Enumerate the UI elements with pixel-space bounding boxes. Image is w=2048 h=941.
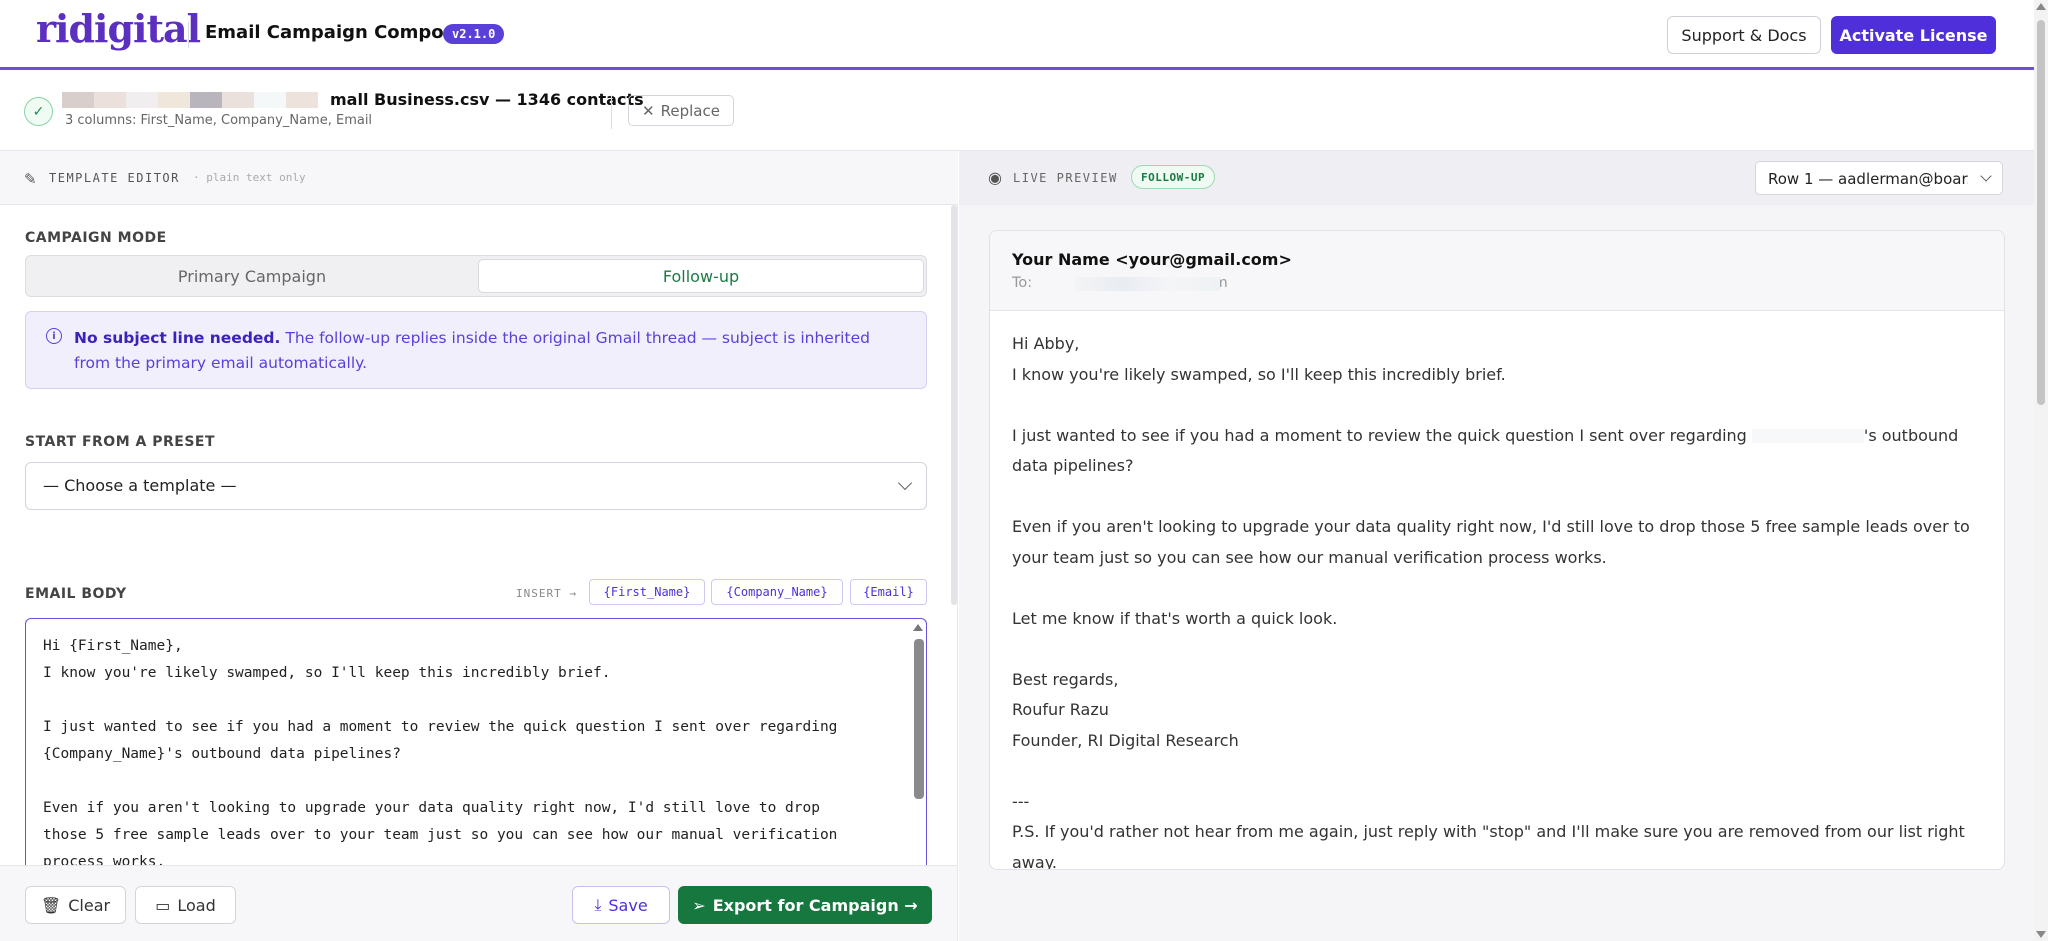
editor-header: ✎ TEMPLATE EDITOR · plain text only [0,151,958,205]
insert-email-chip[interactable]: {Email} [850,579,927,605]
save-label: Save [608,895,648,915]
page-scroll-thumb[interactable] [2037,20,2045,405]
file-bar-divider [611,95,612,129]
email-preview-body: Hi Abby, I know you're likely swamped, s… [1012,329,1972,870]
folder-icon: ▭ [155,895,171,915]
mode-follow-up[interactable]: Follow-up [478,259,924,293]
chevron-down-icon [897,475,913,491]
preset-select[interactable]: — Choose a template — [25,462,927,510]
email-from: Your Name <your@gmail.com> [1012,250,1292,269]
preview-body-rest: 's outbound data pipelines? Even if you … [1012,425,1970,870]
header-divider [188,22,189,48]
save-button[interactable]: ⤓ Save [572,886,670,924]
redacted-recipient [1075,277,1220,291]
campaign-mode-toggle: Primary Campaign Follow-up [25,255,927,297]
info-text: No subject line needed. The follow-up re… [74,326,904,376]
download-icon: ⤓ [594,895,602,914]
scroll-down-icon[interactable] [2036,931,2046,938]
replace-button[interactable]: ✕ Replace [628,95,734,126]
info-icon: i [46,328,62,344]
send-icon: ➢ [692,895,706,915]
clear-label: Clear [68,895,111,915]
insert-label: INSERT → [516,587,577,600]
chevron-down-icon [1980,170,1992,182]
info-bold: No subject line needed. [74,329,281,347]
export-label: Export for Campaign → [712,895,918,915]
export-campaign-button[interactable]: ➢ Export for Campaign → [678,886,932,924]
version-badge: v2.1.0 [443,24,505,44]
campaign-mode-label: CAMPAIGN MODE [25,230,167,246]
row-select-value: Row 1 — aadlerman@boar... [1768,170,1968,188]
insert-company-name-chip[interactable]: {Company_Name} [711,579,843,605]
preview-row-select[interactable]: Row 1 — aadlerman@boar... [1755,161,2003,195]
to-prefix: To: [1012,275,1033,291]
preview-header: ◉ LIVE PREVIEW FOLLOW-UP Row 1 — aadlerm… [959,151,2034,205]
preset-label: START FROM A PRESET [25,434,216,450]
editor-footer: 🗑 Clear ▭ Load ⤓ Save ➢ Export for Campa… [0,865,957,941]
replace-label: Replace [660,101,720,120]
app-header: ridigital Email Campaign Composer v2.1.0… [0,0,2048,70]
email-preview-header: Your Name <your@gmail.com> To:.com [990,231,2004,311]
editor-subtitle: · plain text only [193,171,306,184]
close-icon: ✕ [642,101,655,120]
file-bar: ✓ mall Business.csv — 1346 contacts 3 co… [0,73,2034,151]
email-body-label: EMAIL BODY [25,586,127,602]
follow-up-badge: FOLLOW-UP [1131,165,1216,189]
load-button[interactable]: ▭ Load [135,886,236,924]
mode-primary-campaign[interactable]: Primary Campaign [29,259,475,293]
page-scrollbar[interactable] [2034,0,2048,941]
info-notice: i No subject line needed. The follow-up … [25,311,927,389]
editor-panel-scrollbar[interactable] [951,205,957,605]
template-editor-panel: ✎ TEMPLATE EDITOR · plain text only CAMP… [0,151,958,941]
trash-icon: 🗑 [40,895,62,915]
activate-license-button[interactable]: Activate License [1831,16,1996,54]
redacted-company-name [1751,429,1864,443]
check-icon: ✓ [24,97,53,126]
pencil-icon: ✎ [24,170,37,188]
eye-icon: ◉ [988,168,1002,187]
email-body-text: Hi {First_Name}, I know you're likely sw… [43,638,838,870]
clear-button[interactable]: 🗑 Clear [25,886,126,924]
live-preview-panel: ◉ LIVE PREVIEW FOLLOW-UP Row 1 — aadlerm… [959,151,2034,941]
logo[interactable]: ridigital [36,6,201,51]
editor-title: TEMPLATE EDITOR [49,171,180,185]
preview-body-start: Hi Abby, I know you're likely swamped, s… [1012,334,1747,445]
file-name: mall Business.csv — 1346 contacts [330,90,644,109]
scroll-up-icon[interactable] [913,624,923,631]
preset-value: — Choose a template — [43,476,237,495]
support-docs-button[interactable]: Support & Docs [1667,16,1821,54]
redacted-filename [62,92,318,108]
app-title: Email Campaign Composer [205,22,476,43]
preview-title: LIVE PREVIEW [1013,171,1118,185]
email-preview-card: Your Name <your@gmail.com> To:.com Hi Ab… [989,230,2005,870]
editor-scrollbar[interactable] [914,639,924,799]
insert-first-name-chip[interactable]: {First_Name} [589,579,705,605]
load-label: Load [177,895,216,915]
file-columns: 3 columns: First_Name, Company_Name, Ema… [65,113,373,128]
scroll-up-icon[interactable] [2036,3,2046,10]
